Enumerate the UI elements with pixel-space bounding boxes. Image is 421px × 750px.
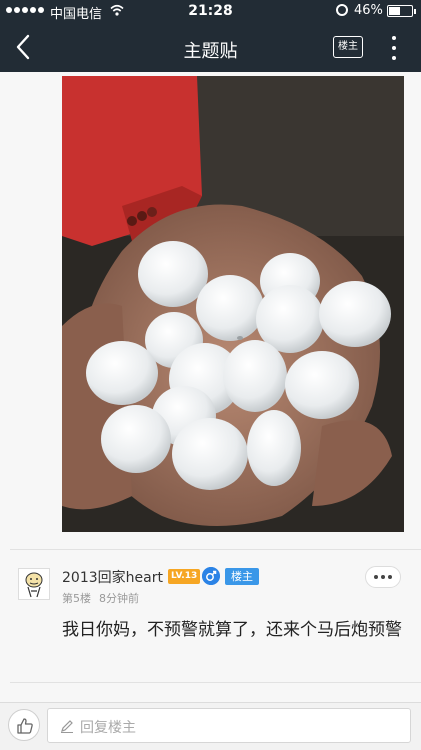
thumbs-up-icon [17, 718, 33, 734]
post-content: 2013回家heart LV.13 楼主 第5楼 8分钟前 我日你妈，不预警就算了… [0, 72, 421, 702]
post-more-button[interactable] [365, 566, 401, 588]
reply-placeholder: 回复楼主 [80, 720, 136, 736]
only-owner-button[interactable]: 楼主 [333, 36, 363, 58]
status-bar: 中国电信 21:28 46% [0, 0, 421, 22]
top-bar: 中国电信 21:28 46% 主题贴 楼主 [0, 0, 421, 72]
divider [10, 682, 421, 683]
avatar[interactable] [18, 568, 50, 600]
avatar-cartoon-icon [25, 572, 43, 598]
username[interactable]: 2013回家heart [62, 567, 163, 587]
battery-percent: 46% [354, 3, 383, 18]
hailstones-image [62, 76, 404, 532]
post-text: 我日你妈，不预警就算了，还来个马后炮预警 [62, 620, 402, 640]
male-gender-icon [202, 567, 220, 585]
post-time: 8分钟前 [99, 592, 139, 605]
bottom-bar: 回复楼主 [0, 702, 421, 750]
post-meta: 第5楼 8分钟前 [62, 590, 139, 606]
battery-icon [387, 5, 416, 17]
level-badge: LV.13 [168, 569, 201, 584]
hailstones-photo[interactable] [62, 76, 404, 532]
floor-number: 第5楼 [62, 592, 91, 605]
alarm-icon [336, 4, 348, 16]
pencil-icon [61, 720, 73, 733]
more-menu-icon[interactable] [390, 36, 398, 60]
like-button[interactable] [8, 709, 40, 741]
owner-badge: 楼主 [225, 568, 259, 585]
divider [10, 549, 421, 550]
reply-input[interactable]: 回复楼主 [47, 708, 411, 743]
